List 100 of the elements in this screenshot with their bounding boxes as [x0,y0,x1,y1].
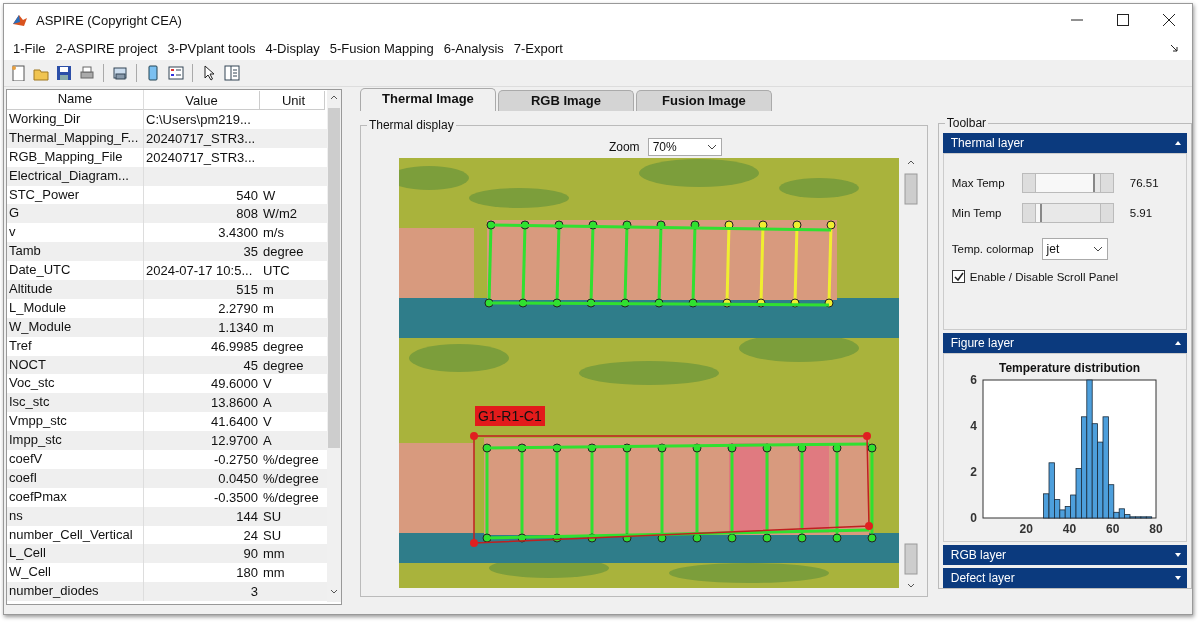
table-cell-text: m [262,300,275,316]
table-cell-text: 3.4300 [217,225,259,241]
checkbox-label: Enable / Disable Scroll Panel [969,270,1119,283]
table-cell-text: m [262,281,275,297]
table-cell: coefPmax [7,487,144,507]
menu-item[interactable]: 5-Fusion Mapping [324,40,439,56]
checkbox[interactable] [951,270,965,283]
tab[interactable]: Fusion Image [635,90,772,111]
close-icon [1163,14,1175,26]
undock-icon[interactable] [1170,44,1178,52]
table-cell-text: 35 [242,244,259,260]
table-cell-text: %/degree [262,489,320,505]
slider-label: Max Temp [951,177,1006,189]
slider-fill[interactable] [1035,204,1043,222]
table-cell-text: 45 [242,357,259,373]
table-cell-text: -0.2750 [212,451,259,467]
table-cell-text: m [262,319,275,335]
table-cell-text: m/s [262,225,285,241]
column-header[interactable]: Value [144,90,260,110]
table-cell-text: degree [262,244,305,260]
table-cell-text: mm [262,565,286,581]
tick-label: 40 [1062,522,1077,537]
table-cell-text: 13.8600 [210,395,259,411]
table-cell-text: 3 [249,584,259,600]
table-cell: Tref [7,336,144,356]
table-cell-text: C:\Users\pm219... [145,111,252,127]
table-cell-text: 180 [235,565,259,581]
slider-label: Min Temp [951,207,1003,219]
table-cell-text: 144 [235,508,259,524]
table-cell-text: 2024-07-17 10:5... [145,263,254,279]
menu-item[interactable]: 1-File [8,40,51,56]
section-header[interactable]: Figure layer [942,333,1187,354]
table-cell-text: %/degree [262,470,320,486]
table-cell-text: 2.2790 [217,300,259,316]
section-header[interactable]: Thermal layer [942,133,1187,153]
menu-item[interactable]: 7-Export [508,40,568,56]
colormap-label: Temp. colormap [951,243,1034,255]
table-cell-text: degree [262,338,305,354]
menu-item[interactable]: 4-Display [260,40,325,56]
table-cell: L_Module [7,298,144,318]
tick-label: 80 [1149,522,1163,537]
grid-label: G1-R1-C1 [474,406,545,426]
table-cell: coefV [7,450,144,469]
colormap-dropdown[interactable]: jet [1041,238,1108,260]
table-cell-text: 24 [242,527,259,543]
slider-value: 76.51 [1129,177,1159,189]
table-cell-text: A [262,395,273,411]
caret-icon [1092,246,1103,252]
slider-arrow-button[interactable] [1021,173,1036,193]
table-cell-text: 20240717_STR3... [145,130,257,146]
table-cell-text: W [262,187,277,203]
scrollbar[interactable] [327,90,341,604]
legend-icon[interactable] [166,63,186,83]
table-cell-text: 540 [235,187,259,203]
tick-label: 6 [970,373,977,388]
table-cell-text: mm [262,546,286,562]
table-cell-text: 49.6000 [210,376,259,392]
tick-label: 2 [970,465,977,480]
table-cell-text: 90 [242,546,259,562]
table-cell: Thermal_Mapping_F... [7,128,144,148]
maximize-icon [1117,14,1129,26]
window-title: ASPIRE (Copyright CEA) [36,12,182,28]
table-cell: Electrical_Diagram... [7,166,144,186]
section-header[interactable]: Defect layer [942,568,1187,588]
slider-value: 5.91 [1129,207,1153,219]
menu-item[interactable]: 6-Analysis [438,40,509,56]
section-header[interactable]: RGB layer [942,545,1187,565]
table-cell-text: SU [262,527,283,543]
table-cell-text: 20240717_STR3... [145,149,257,165]
menu-item[interactable]: 2-ASPIRE project [50,40,163,56]
table-cell-text: 808 [235,206,259,222]
frame-title: Thermal display [366,118,456,132]
table-cell-text: 1.1340 [217,319,259,335]
tick-label: 4 [970,419,977,434]
menu-item[interactable]: 3-PVplant tools [162,40,261,56]
table-cell: ns [7,506,144,526]
tick-label: 60 [1105,522,1120,537]
table-cell-text: 41.6400 [210,414,259,430]
save-icon[interactable] [54,63,74,83]
zoom-dropdown[interactable]: 70% [647,138,722,156]
table-cell-text: V [262,414,273,430]
slider-arrow-button[interactable] [1021,203,1036,223]
table-cell-text: -0.3500 [212,489,259,505]
column-header[interactable]: Unit [260,90,325,110]
tick-label: 0 [970,511,977,526]
table-cell-text: V [262,376,273,392]
tab[interactable]: Thermal Image [359,88,496,111]
table-cell: coefI [7,468,144,488]
tick-label: 20 [1019,522,1033,537]
table-cell-text: SU [262,508,283,524]
table-cell-text: 12.9700 [210,433,259,449]
tab[interactable]: RGB Image [497,90,634,111]
table-cell: Altitude [7,280,144,299]
table-cell-text: 46.9985 [210,338,259,354]
table-cell: W_Module [7,317,144,337]
table-cell-text: UTC [262,263,291,279]
table-cell: RGB_Mapping_File [7,147,144,167]
table-cell-text: 0.0450 [217,470,259,486]
table-cell-text: degree [262,357,305,373]
table-cell-text: %/degree [262,451,320,467]
